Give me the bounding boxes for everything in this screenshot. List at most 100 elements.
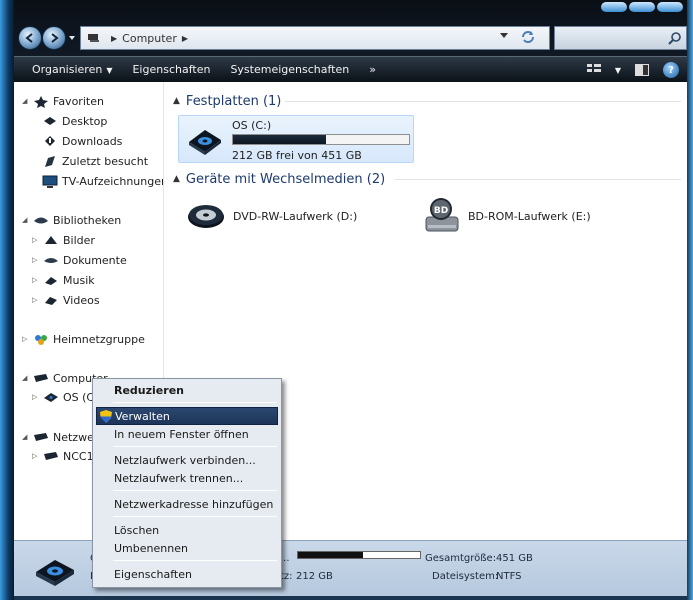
close-button[interactable] [657, 2, 683, 12]
details-free-value: 212 GB [296, 571, 333, 582]
collapsed-arrow-icon[interactable]: ▷ [32, 236, 40, 244]
collapsed-arrow-icon[interactable]: ▷ [22, 335, 30, 343]
expanded-arrow-icon[interactable]: ◢ [22, 216, 30, 224]
menu-item-manage[interactable]: Verwalten [96, 407, 278, 425]
drive-c-usage-bar [232, 134, 410, 145]
nav-item-desktop[interactable]: Desktop [42, 112, 107, 130]
drive-c-tile[interactable]: OS (C:) 212 GB frei von 451 GB [178, 115, 414, 163]
preview-pane-icon[interactable] [635, 64, 649, 76]
pictures-icon [45, 235, 57, 244]
chevron-down-icon: ▼ [106, 66, 113, 75]
collapsed-arrow-icon[interactable]: ▷ [32, 276, 40, 284]
arrow-left-icon [25, 33, 33, 43]
nav-item-videos[interactable]: ▷ Videos [32, 291, 100, 309]
network-icon [34, 432, 48, 441]
nav-libraries-label: Bibliotheken [53, 213, 122, 227]
menu-item-delete[interactable]: Löschen [96, 521, 278, 539]
collapsed-arrow-icon[interactable]: ▷ [32, 393, 40, 401]
menu-item-label: Verwalten [115, 409, 170, 423]
menu-item-map-network-drive[interactable]: Netzlaufwerk verbinden... [96, 451, 278, 469]
videos-icon [45, 296, 57, 305]
computer-icon [88, 34, 99, 42]
group-divider [395, 179, 681, 180]
expanded-arrow-icon[interactable]: ◢ [22, 374, 30, 382]
help-button[interactable]: ? [663, 62, 679, 78]
details-filesystem-label: Dateisystem: [432, 571, 499, 582]
menu-separator [113, 560, 277, 561]
collapse-group-icon[interactable]: ▲ [173, 96, 180, 106]
group-header-removable[interactable]: ▲ Geräte mit Wechselmedien (2) [173, 170, 385, 188]
nav-network[interactable]: ◢ Netzwer [22, 428, 98, 446]
menu-item-collapse[interactable]: Reduzieren [96, 381, 278, 399]
drive-c-free-space: 212 GB frei von 451 GB [232, 149, 362, 162]
nav-item-label: Desktop [62, 114, 108, 128]
bd-icon-label: BD [434, 206, 448, 216]
system-properties-command[interactable]: Systemeigenschaften [220, 63, 359, 76]
search-icon[interactable] [668, 31, 682, 45]
breadcrumb-separator-icon[interactable]: ▶ [111, 34, 117, 43]
address-dropdown-icon[interactable] [500, 33, 508, 39]
collapsed-arrow-icon[interactable]: ▷ [32, 256, 40, 264]
nav-item-drive-c[interactable]: ▷ OS (C: [32, 388, 98, 406]
refresh-icon[interactable] [520, 29, 536, 45]
nav-item-label: TV-Aufzeichnungen [62, 174, 164, 188]
expanded-arrow-icon[interactable]: ◢ [22, 97, 30, 105]
nav-item-recent[interactable]: Zuletzt besucht [42, 152, 148, 170]
nav-item-label: Dokumente [63, 253, 127, 267]
drive-e-name: BD-ROM-Laufwerk (E:) [468, 209, 591, 223]
menu-item-disconnect-network-drive[interactable]: Netzlaufwerk trennen... [96, 469, 278, 487]
nav-item-network-computer[interactable]: ▷ NCC1 [32, 447, 94, 465]
nav-item-label: Downloads [62, 134, 123, 148]
nav-item-tv-recordings[interactable]: TV-Aufzeichnungen [42, 172, 164, 190]
computer-icon [44, 451, 58, 460]
properties-command[interactable]: Eigenschaften [122, 63, 220, 76]
collapsed-arrow-icon[interactable]: ▷ [32, 296, 40, 304]
nav-item-label: NCC1 [63, 449, 94, 463]
address-row: ▶ Computer ▶ [14, 24, 687, 52]
details-total-label: Gesamtgröße: [425, 553, 497, 564]
bd-rom-drive-icon: BD [425, 198, 459, 232]
breadcrumb-separator-icon[interactable]: ▶ [182, 34, 188, 43]
downloads-icon [45, 135, 55, 146]
collapse-group-icon[interactable]: ▲ [173, 174, 180, 184]
hard-drive-icon [44, 392, 58, 402]
recent-pages-dropdown-icon[interactable] [68, 34, 76, 42]
maximize-button[interactable] [629, 2, 655, 12]
more-commands-button[interactable]: » [359, 63, 386, 76]
nav-libraries[interactable]: ◢ Bibliotheken [22, 211, 121, 229]
recent-places-icon [45, 155, 55, 167]
nav-homegroup[interactable]: ▷ Heimnetzgruppe [22, 330, 145, 348]
nav-favorites[interactable]: ◢ Favoriten [22, 92, 104, 110]
nav-item-documents[interactable]: ▷ Dokumente [32, 251, 127, 269]
organize-menu[interactable]: Organisieren ▼ [14, 63, 122, 76]
context-menu: Reduzieren Verwalten In neuem Fenster öf… [92, 378, 282, 588]
menu-item-properties[interactable]: Eigenschaften [96, 565, 278, 583]
group-divider [285, 101, 681, 102]
nav-item-label: Musik [63, 273, 95, 287]
menu-item-add-network-location[interactable]: Netzwerkadresse hinzufügen [96, 495, 278, 513]
nav-item-downloads[interactable]: Downloads [42, 132, 122, 150]
menu-item-rename[interactable]: Umbenennen [96, 539, 278, 557]
search-input[interactable] [554, 26, 687, 50]
menu-separator [113, 516, 277, 517]
nav-item-music[interactable]: ▷ Musik [32, 271, 95, 289]
arrow-right-icon [51, 33, 59, 43]
drive-e-tile[interactable]: BD BD-ROM-Laufwerk (E:) [420, 195, 591, 237]
view-options-dropdown-icon[interactable]: ▼ [615, 66, 621, 75]
back-button[interactable] [18, 26, 42, 50]
breadcrumb-computer[interactable]: Computer [122, 32, 177, 45]
change-view-icon[interactable] [586, 64, 601, 76]
expanded-arrow-icon[interactable]: ◢ [22, 433, 30, 441]
group-header-hard-disks[interactable]: ▲ Festplatten (1) [173, 92, 281, 110]
window-border-right [687, 0, 693, 600]
menu-item-open-new-window[interactable]: In neuem Fenster öffnen [96, 425, 278, 443]
address-bar[interactable]: ▶ Computer ▶ [80, 26, 550, 50]
forward-button[interactable] [42, 26, 66, 50]
nav-item-pictures[interactable]: ▷ Bilder [32, 231, 95, 249]
command-bar: Organisieren ▼ Eigenschaften Systemeigens… [14, 56, 687, 82]
documents-icon [44, 257, 58, 263]
collapsed-arrow-icon[interactable]: ▷ [32, 452, 40, 460]
minimize-button[interactable] [601, 2, 627, 12]
menu-separator [113, 490, 277, 491]
drive-d-tile[interactable]: DVD-RW-Laufwerk (D:) [185, 195, 357, 237]
